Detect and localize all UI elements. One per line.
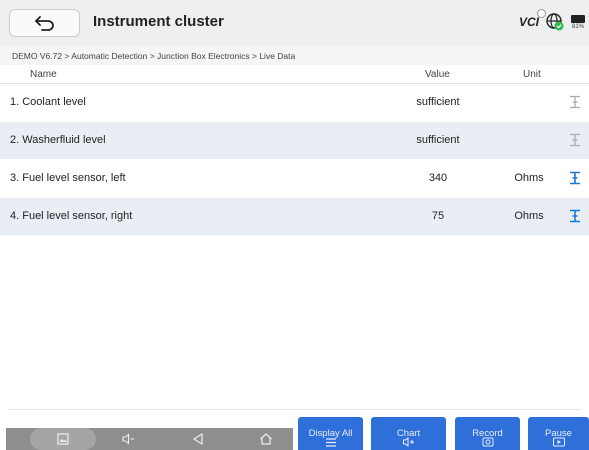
table-row[interactable]: 3. Fuel level sensor, left 340 Ohms [0,160,589,197]
network-globe-icon [546,13,564,31]
display-all-button[interactable]: Display All [298,417,363,450]
row-value: sufficient [416,96,460,108]
table-row[interactable]: 1. Coolant level sufficient [0,84,589,121]
row-value: 340 [428,172,448,184]
back-nav-icon[interactable] [190,431,206,447]
graph-toggle-icon[interactable] [568,95,582,109]
column-header-name: Name [30,69,57,80]
battery-indicator: 81% [571,14,585,30]
page-title: Instrument cluster [93,13,224,30]
table-row[interactable]: 2. Washerfluid level sufficient [0,122,589,159]
chart-button[interactable]: Chart [371,417,446,450]
battery-icon [571,14,585,23]
row-value: 75 [431,210,445,222]
volume-down-icon[interactable] [120,431,136,447]
row-name: 1. Coolant level [10,96,86,108]
volume-up-icon [402,436,414,448]
breadcrumb: DEMO V6.72 > Automatic Detection > Junct… [0,47,589,65]
table-header: Name Value Unit [0,65,589,84]
graph-toggle-icon[interactable] [568,209,582,223]
back-button[interactable] [9,9,80,37]
row-unit: Ohms [514,172,544,184]
back-arrow-icon [34,16,54,31]
system-navigation-bar [6,428,293,450]
row-name: 2. Washerfluid level [10,134,106,146]
graph-toggle-icon[interactable] [568,133,582,147]
menu-icon [325,438,336,447]
row-value: sufficient [416,134,460,146]
footer-divider [8,409,581,410]
row-name: 4. Fuel level sensor, right [10,210,133,222]
row-unit: Ohms [514,210,544,222]
row-name: 3. Fuel level sensor, left [10,172,126,184]
column-header-value: Value [425,69,450,80]
title-bar: Instrument cluster VCI 81% [0,0,589,47]
vci-label: VCI [518,15,539,29]
home-nav-icon[interactable] [258,431,274,447]
vci-status-icon: VCI [518,9,546,29]
column-header-unit: Unit [523,69,541,80]
screen-record-icon [552,437,565,447]
battery-percent: 81% [571,23,584,30]
table-row[interactable]: 4. Fuel level sensor, right 75 Ohms [0,198,589,235]
status-area: VCI 81% [518,9,585,31]
record-button[interactable]: Record [455,417,520,450]
gallery-icon[interactable] [55,431,71,447]
screenshot-icon [482,437,493,447]
pause-button[interactable]: Pause [528,417,589,450]
graph-toggle-icon[interactable] [568,171,582,185]
